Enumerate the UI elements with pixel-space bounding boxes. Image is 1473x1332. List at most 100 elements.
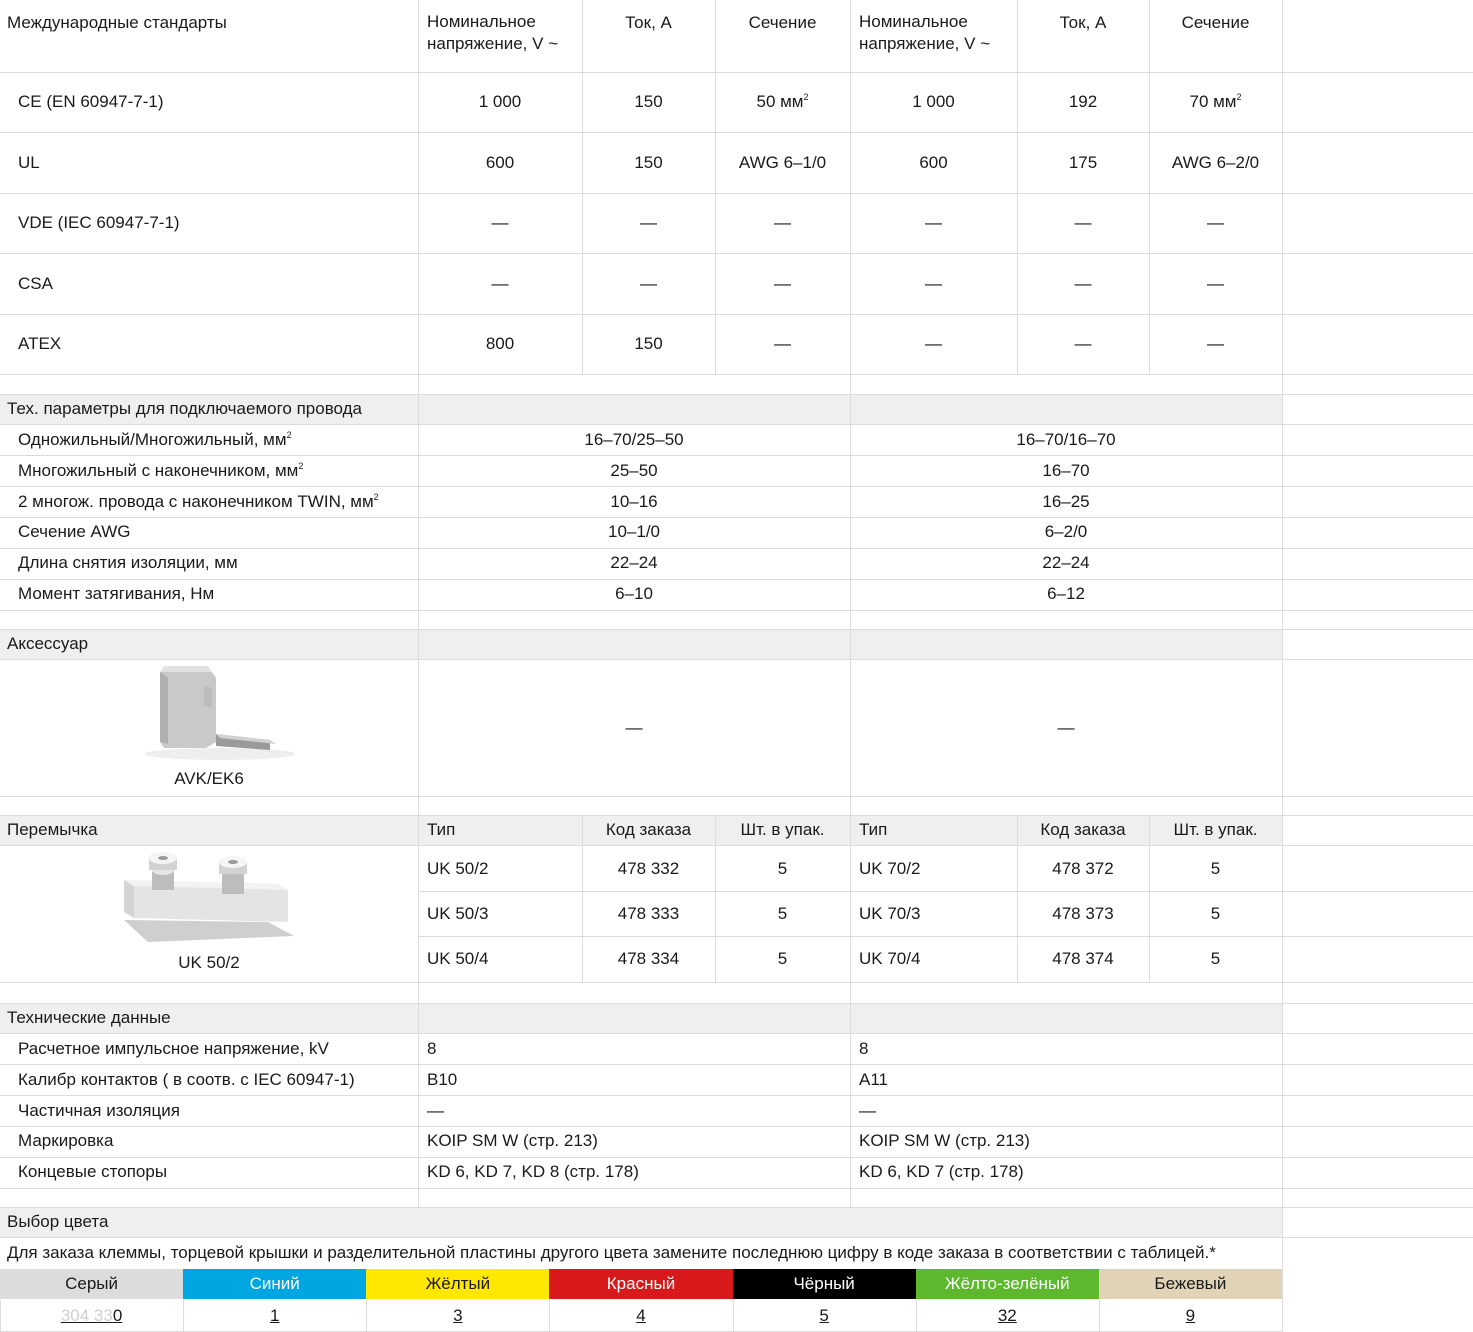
jumper-code-a: 478 332 xyxy=(617,859,680,878)
wire-value-a: 10–1/0 xyxy=(608,522,660,541)
cell-value: — xyxy=(925,334,942,353)
jumper-code-a: 478 334 xyxy=(617,949,680,968)
jumper-image xyxy=(124,852,294,942)
jumper-type-a: UK 50/4 xyxy=(427,949,489,968)
cell-value: 192 xyxy=(1068,92,1098,111)
jumper-section-title: Перемычка xyxy=(7,820,98,839)
wire-value-b: 6–12 xyxy=(1047,584,1085,603)
cell-value: 150 xyxy=(634,92,663,111)
jumper-qty-a: 5 xyxy=(777,949,788,968)
cell-value: 1 000 xyxy=(912,92,955,111)
cell-value: — xyxy=(640,274,657,293)
cell-value: 600 xyxy=(485,153,515,172)
tech-value-a: 8 xyxy=(427,1039,437,1058)
color-code-digit: 0 xyxy=(112,1306,123,1325)
jumper-qty-b: 5 xyxy=(1210,904,1221,923)
wire-value-a: 22–24 xyxy=(610,553,658,572)
color-code: 304 330 xyxy=(0,1302,183,1330)
cell-value: — xyxy=(1074,274,1092,293)
color-swatch: Жёлто-зелёный xyxy=(915,1269,1099,1299)
cell-value: 50 мм2 xyxy=(756,92,809,111)
code-divider xyxy=(549,1300,551,1331)
color-code: 32 xyxy=(916,1302,1099,1330)
code-divider xyxy=(732,1300,734,1331)
cell-value: 800 xyxy=(485,334,515,353)
jumper-type-b: UK 70/2 xyxy=(859,859,921,878)
cell-value: — xyxy=(774,213,791,232)
col-section-a: Сечение xyxy=(748,13,817,32)
cell-value: AWG 6–2/0 xyxy=(1171,153,1260,172)
tech-value-a: KD 6, KD 7, KD 8 (стр. 178) xyxy=(427,1162,639,1181)
cell-value: 70 мм2 xyxy=(1189,92,1242,111)
standard-name: CE (EN 60947-7-1) xyxy=(18,92,164,111)
wire-value-a: 10–16 xyxy=(610,492,658,511)
color-swatch: Чёрный xyxy=(732,1269,916,1299)
color-swatch: Бежевый xyxy=(1098,1269,1282,1299)
cell-value: — xyxy=(491,274,509,293)
wire-value-a: 25–50 xyxy=(610,461,658,480)
jumper-qty-a: 5 xyxy=(777,904,788,923)
accessory-section-title: Аксессуар xyxy=(7,634,89,653)
color-code: 5 xyxy=(733,1302,916,1330)
color-code: 4 xyxy=(549,1302,732,1330)
standard-name: CSA xyxy=(18,274,53,293)
tech-label: Концевые стопоры xyxy=(18,1162,168,1181)
wire-value-a: 16–70/25–50 xyxy=(584,430,684,449)
code-divider xyxy=(0,1300,1,1331)
cell-value: — xyxy=(925,274,942,293)
jumper-code-b: 478 373 xyxy=(1052,904,1114,923)
jumper-col-code-a: Код заказа xyxy=(605,820,692,839)
section-band xyxy=(0,1003,1282,1033)
color-code-digit: 32 xyxy=(997,1306,1017,1325)
code-divider xyxy=(366,1300,368,1331)
standards-title: Международные стандарты xyxy=(7,13,227,32)
wire-value-b: 16–70 xyxy=(1042,461,1090,480)
jumper-qty-b: 5 xyxy=(1210,949,1221,968)
standard-name: VDE (IEC 60947-7-1) xyxy=(18,213,180,232)
wire-value-b: 22–24 xyxy=(1042,553,1090,572)
cell-value: — xyxy=(1074,213,1092,232)
wire-label: Длина снятия изоляции, мм xyxy=(18,553,238,572)
accessory-value-a: — xyxy=(625,718,643,737)
cell-value: 175 xyxy=(1068,153,1098,172)
jumper-code-a: 478 333 xyxy=(617,904,680,923)
faint-code-prefix: 304 33 xyxy=(60,1306,113,1325)
color-code: 1 xyxy=(183,1302,366,1330)
cell-value: AWG 6–1/0 xyxy=(738,153,827,172)
standard-name: UL xyxy=(18,153,40,172)
color-swatch: Серый xyxy=(0,1269,184,1299)
cell-value: — xyxy=(1207,213,1224,232)
tech-value-b: KD 6, KD 7 (стр. 178) xyxy=(859,1162,1024,1181)
cell-value: — xyxy=(491,213,509,232)
color-code-digit: 5 xyxy=(819,1306,829,1325)
color-section-title: Выбор цвета xyxy=(7,1212,109,1231)
jumper-qty-b: 5 xyxy=(1210,859,1221,878)
cell-value: 150 xyxy=(634,153,663,172)
tech-value-b: A11 xyxy=(859,1070,888,1089)
cell-value: — xyxy=(1207,334,1224,353)
jumper-col-type-b: Тип xyxy=(859,820,888,839)
tech-value-b: — xyxy=(859,1101,876,1120)
wire-value-a: 6–10 xyxy=(615,584,653,603)
tech-section-title: Технические данные xyxy=(7,1008,171,1027)
color-code-digit: 3 xyxy=(453,1306,463,1325)
cell-value: — xyxy=(640,213,657,232)
color-code-digit: 4 xyxy=(636,1306,646,1325)
accessory-value-b: — xyxy=(1057,718,1075,737)
cell-value: 150 xyxy=(634,334,663,353)
color-swatch: Синий xyxy=(183,1269,367,1299)
cell-value: 600 xyxy=(919,153,948,172)
wire-label: 2 многож. провода с наконечником TWIN, м… xyxy=(18,492,379,511)
tech-value-a: — xyxy=(427,1101,444,1120)
wire-label: Одножильный/Многожильный, мм2 xyxy=(18,430,292,449)
color-swatch: Жёлтый xyxy=(366,1269,550,1299)
tech-label: Калибр контактов ( в соотв. с IEC 60947-… xyxy=(18,1070,355,1089)
wire-value-b: 16–70/16–70 xyxy=(1016,430,1116,449)
section-band xyxy=(0,629,1282,659)
tech-label: Частичная изоляция xyxy=(18,1101,180,1120)
accessory-label: AVK/EK6 xyxy=(174,769,244,788)
jumper-qty-a: 5 xyxy=(777,859,788,878)
wire-label: Многожильный с наконечником, мм2 xyxy=(18,461,304,480)
tech-label: Расчетное импульсное напряжение, kV xyxy=(18,1039,329,1058)
color-note: Для заказа клеммы, торцевой крышки и раз… xyxy=(7,1243,1216,1262)
